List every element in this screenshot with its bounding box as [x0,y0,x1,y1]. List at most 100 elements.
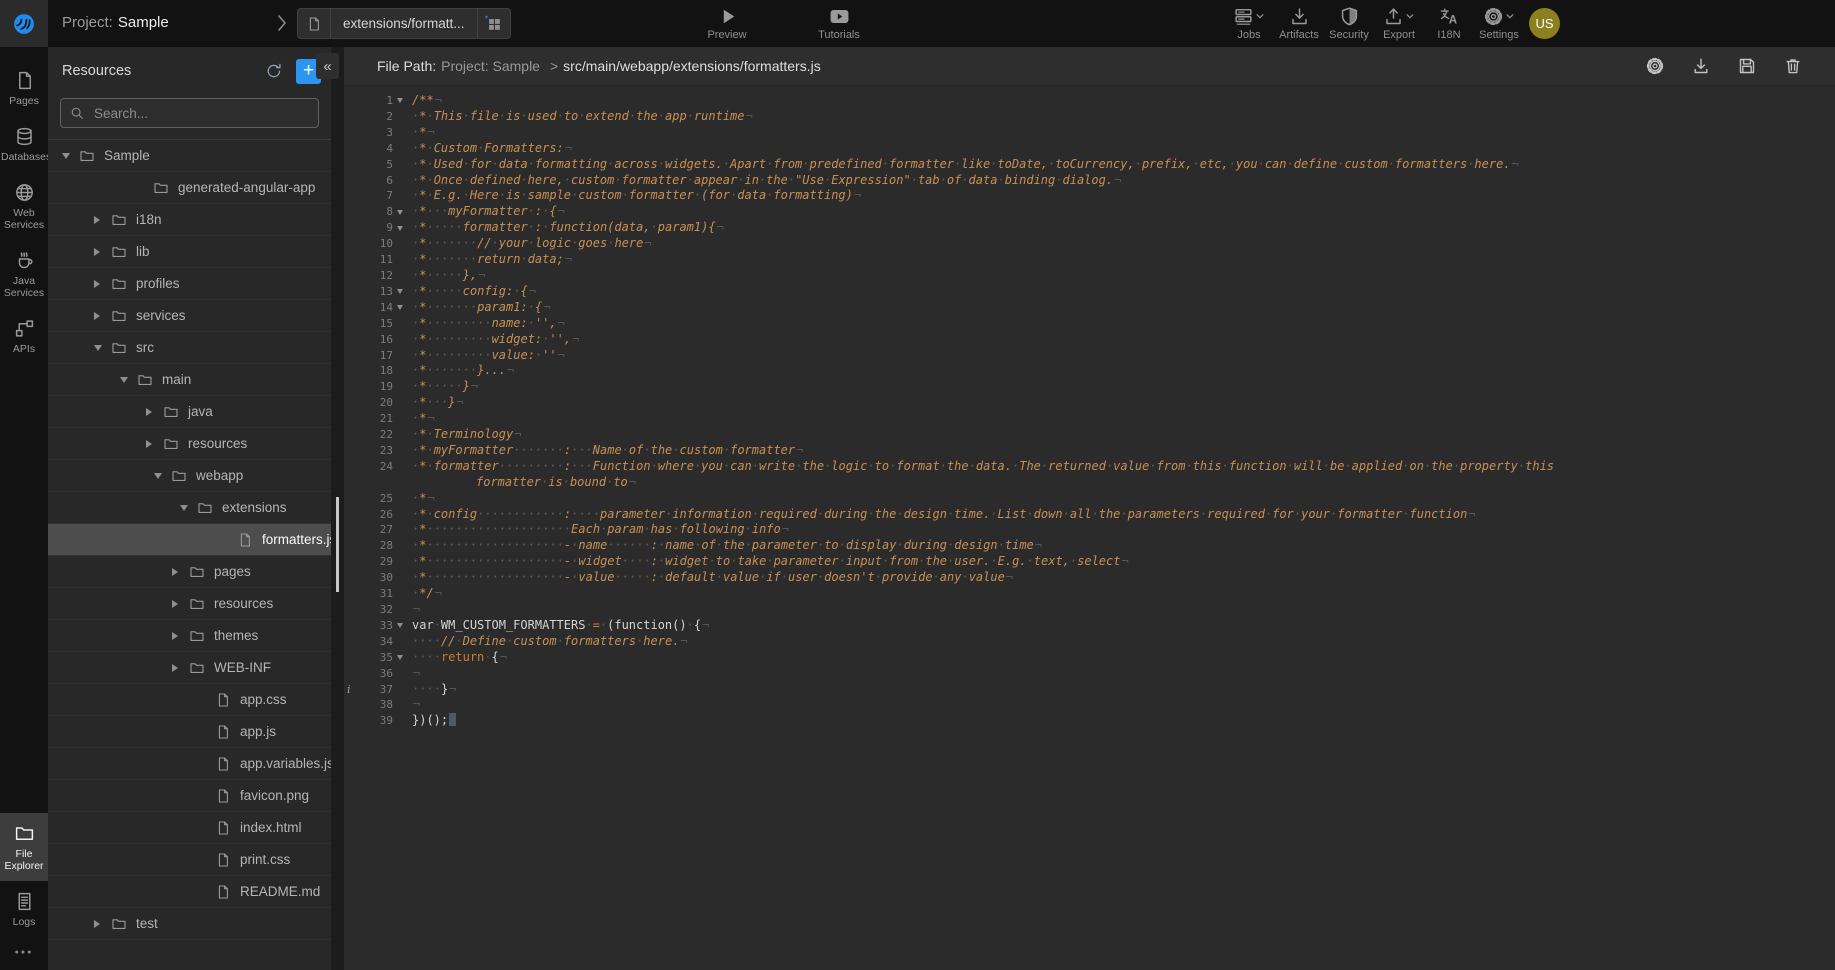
more-options-icon[interactable]: ●●● [15,937,34,970]
fold-arrow-icon[interactable] [397,623,403,628]
rail-item-pages[interactable]: Pages [0,60,48,116]
tree-item-app-variables-json[interactable]: app.variables.json [48,748,331,780]
line-number: 6 [386,173,393,189]
topbar-item-export[interactable]: Export [1374,5,1424,41]
search-box[interactable] [60,98,319,128]
tree-item-web-inf[interactable]: WEB-INF [48,652,331,684]
tree-item-generated-angular-app[interactable]: generated-angular-app [48,172,331,204]
tree-item-print-css[interactable]: print.css [48,844,331,876]
tree-item-label: lib [136,244,150,259]
topbar-item-jobs[interactable]: Jobs [1224,5,1274,41]
rail-item-apis[interactable]: APIs [0,308,48,364]
code-line-10: 10·*·······//·your·logic·goes·here¬ [344,236,1835,252]
expand-arrow-icon[interactable] [94,920,100,928]
code-line-37: i37····}¬ [344,682,1835,698]
tree-item-services[interactable]: services [48,300,331,332]
tree-item-index-html[interactable]: index.html [48,812,331,844]
tree-item-extensions[interactable]: extensions [48,492,331,524]
rail-item-logs[interactable]: Logs [0,881,48,937]
expand-arrow-icon[interactable] [94,216,100,224]
svg-text:*: * [485,15,489,23]
collapse-arrow-icon[interactable] [154,473,162,479]
grid-layout-icon[interactable]: * [477,9,510,38]
tree-item-src[interactable]: src [48,332,331,364]
gutter: 26 [344,507,407,523]
tree-item-profiles[interactable]: profiles [48,268,331,300]
tree-item-i18n[interactable]: i18n [48,204,331,236]
topbar-menus: JobsArtifactsSecurityExportAI18NSettings [1224,5,1524,41]
gutter: 3 [344,125,407,141]
collapse-arrow-icon[interactable] [62,153,70,159]
rail-item-file-explorer[interactable]: File Explorer [0,813,48,881]
tree-item-readme-md[interactable]: README.md [48,876,331,908]
refresh-icon[interactable] [265,62,283,80]
collapse-panel-button[interactable]: « [316,53,339,79]
tree-item-sample[interactable]: Sample [48,140,331,172]
line-number: 18 [380,363,393,379]
topbar-item-settings[interactable]: Settings [1474,5,1524,41]
tree-item-resources[interactable]: resources [48,428,331,460]
tree-item-formatters-js[interactable]: formatters.js [48,524,331,556]
fold-arrow-icon[interactable] [397,98,403,103]
panel-scrollbar[interactable] [331,47,344,970]
panel-scrollbar-thumb[interactable] [336,497,339,592]
chevron-right-icon[interactable] [272,13,292,33]
tree-item-favicon-png[interactable]: favicon.png [48,780,331,812]
download-button[interactable] [1691,56,1711,76]
code-line-23: 23·*·myFormatter·······:···Name·of·the·c… [344,443,1835,459]
expand-arrow-icon[interactable] [146,440,152,448]
tree-item-test[interactable]: test [48,908,331,940]
fold-arrow-icon[interactable] [397,226,403,231]
fold-arrow-icon[interactable] [397,655,403,660]
fold-arrow-icon[interactable] [397,210,403,215]
expand-arrow-icon[interactable] [146,408,152,416]
search-input[interactable] [92,105,309,122]
topbar-item-artifacts[interactable]: Artifacts [1274,5,1324,41]
topbar-item-i18n[interactable]: AI18N [1424,5,1474,41]
file-icon [215,884,231,900]
tree-item-app-css[interactable]: app.css [48,684,331,716]
settings-button[interactable] [1645,56,1665,76]
tree-item-lib[interactable]: lib [48,236,331,268]
folder-icon [111,916,127,932]
rail-item-databases[interactable]: Databases [0,116,48,172]
save-button[interactable] [1737,56,1757,76]
expand-arrow-icon[interactable] [94,248,100,256]
open-file-tab[interactable]: extensions/formatt... * [297,8,511,39]
gutter: 2 [344,109,407,125]
expand-arrow-icon[interactable] [172,568,178,576]
code-line-31: 31·*/¬ [344,586,1835,602]
user-avatar[interactable]: US [1529,8,1560,39]
topbar-item-preview[interactable]: Preview [700,5,754,41]
project-name: Sample [118,14,169,31]
collapse-arrow-icon[interactable] [180,505,188,511]
app-logo[interactable] [0,0,48,47]
code-line-3: 3·*¬ [344,125,1835,141]
tree-item-themes[interactable]: themes [48,620,331,652]
collapse-arrow-icon[interactable] [94,345,102,351]
expand-arrow-icon[interactable] [94,280,100,288]
code-line-1: 1/**¬ [344,93,1835,109]
delete-button[interactable] [1783,56,1803,76]
rail-item-java-services[interactable]: Java Services [0,240,48,308]
expand-arrow-icon[interactable] [172,600,178,608]
topbar-item-security[interactable]: Security [1324,5,1374,41]
collapse-arrow-icon[interactable] [120,377,128,383]
tree-item-webapp[interactable]: webapp [48,460,331,492]
tree-item-main[interactable]: main [48,364,331,396]
code-area[interactable]: 1/**¬2·*·This·file·is·used·to·extend·the… [344,86,1835,729]
fold-arrow-icon[interactable] [397,305,403,310]
tree-item-pages[interactable]: pages [48,556,331,588]
expand-arrow-icon[interactable] [172,664,178,672]
fold-arrow-icon[interactable] [397,289,403,294]
rail-item-web-services[interactable]: Web Services [0,172,48,240]
tree-item-java[interactable]: java [48,396,331,428]
expand-arrow-icon[interactable] [172,632,178,640]
line-number: 3 [386,125,393,141]
code-line-20: 20·*···}¬ [344,395,1835,411]
gutter: 38 [344,697,407,713]
topbar-item-tutorials[interactable]: Tutorials [812,5,866,41]
expand-arrow-icon[interactable] [94,312,100,320]
tree-item-app-js[interactable]: app.js [48,716,331,748]
tree-item-resources[interactable]: resources [48,588,331,620]
